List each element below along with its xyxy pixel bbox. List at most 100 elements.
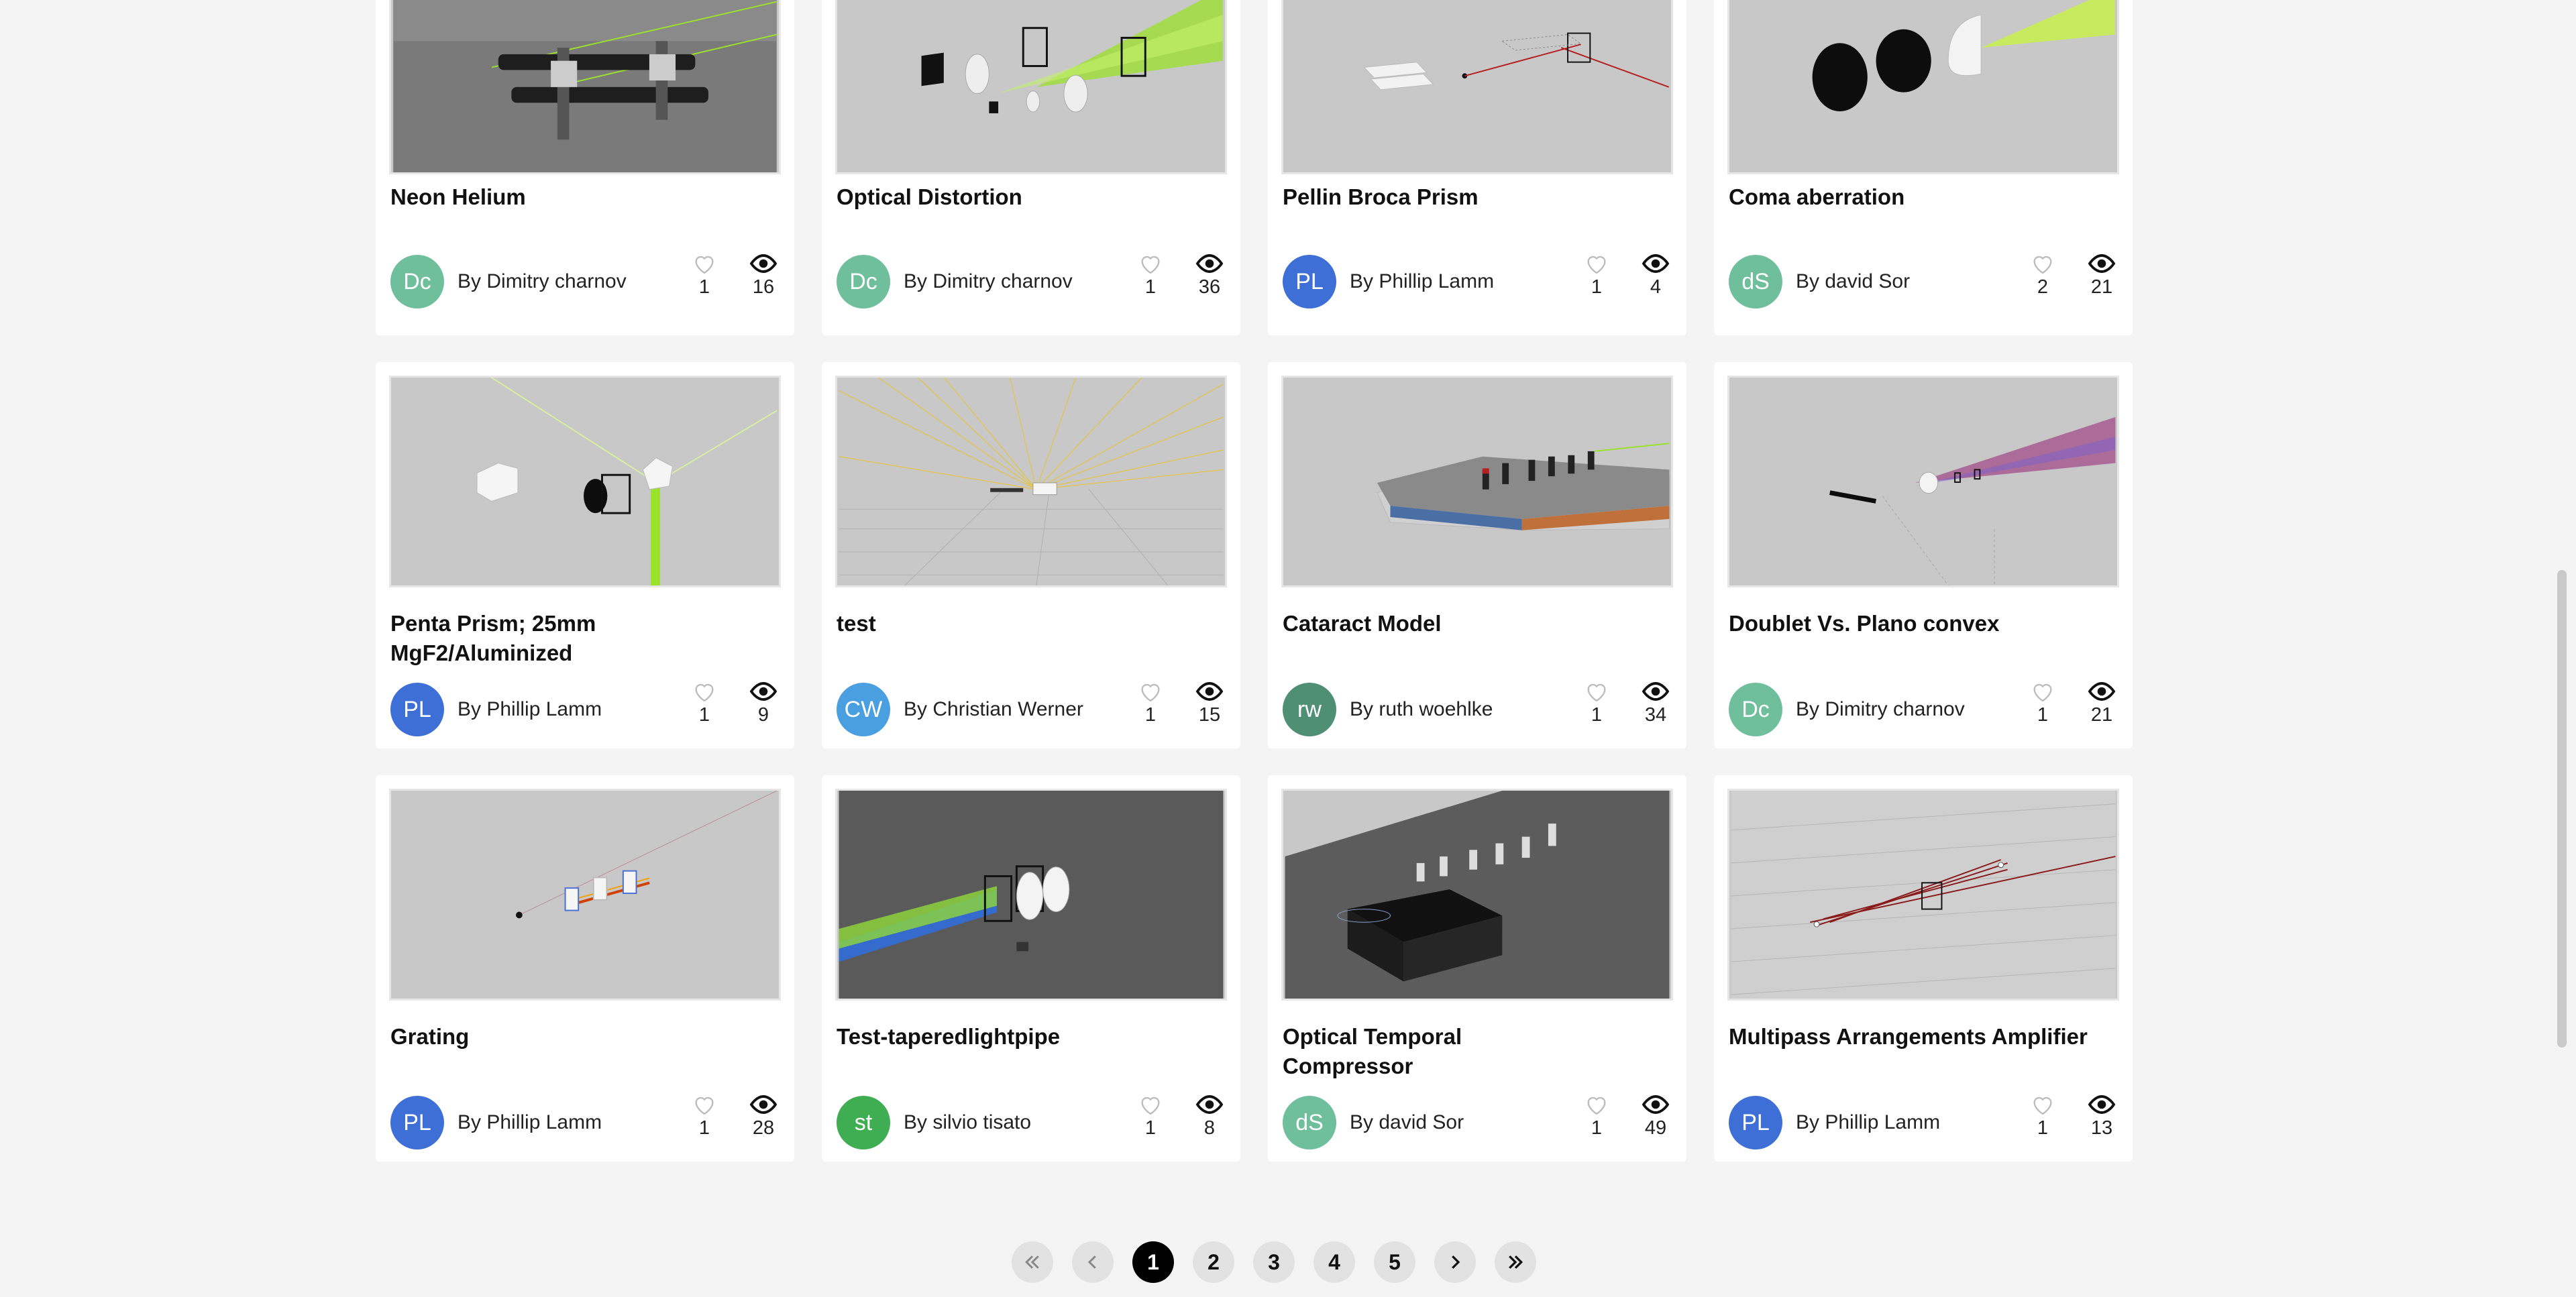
project-card[interactable]: Doublet Vs. Plano convex Dc By Dimitry c… [1714,362,2133,748]
like-stat[interactable]: 2 [2023,252,2063,298]
scrollbar-thumb[interactable] [2557,570,2567,1048]
scene-grating [392,791,777,999]
project-thumbnail[interactable] [1281,789,1673,1001]
scene-cataract-model [1285,378,1670,585]
project-card[interactable]: Penta Prism; 25mm MgF2/Aluminized PL By … [376,362,794,748]
avatar[interactable]: PL [390,1096,444,1149]
page-button-1[interactable]: 1 [1132,1241,1174,1283]
scene-test [839,378,1224,585]
avatar[interactable]: PL [1283,255,1336,308]
project-thumbnail[interactable] [835,0,1227,174]
page-button-4[interactable]: 4 [1313,1241,1355,1283]
project-card[interactable]: Grating PL By Phillip Lamm 1 28 [376,775,794,1162]
project-card[interactable]: Optical Distortion Dc By Dimitry charnov… [822,0,1240,335]
project-title[interactable]: test [837,609,1118,638]
eye-icon [1642,1095,1670,1114]
project-title[interactable]: Pellin Broca Prism [1283,182,1564,212]
project-thumbnail[interactable] [1281,0,1673,174]
project-card[interactable]: Neon Helium Dc By Dimitry charnov 1 16 [376,0,794,335]
author-byline[interactable]: By Phillip Lamm [458,1111,602,1134]
author-byline[interactable]: By Phillip Lamm [1796,1111,1940,1134]
project-title[interactable]: Cataract Model [1283,609,1564,638]
author-byline[interactable]: By ruth woehlke [1350,698,1493,721]
project-card[interactable]: Multipass Arrangements Amplifier PL By P… [1714,775,2133,1162]
author-byline[interactable]: By Dimitry charnov [458,270,627,293]
like-stat[interactable]: 1 [2023,680,2063,726]
like-stat[interactable]: 1 [684,1093,724,1139]
like-stat[interactable]: 1 [684,252,724,298]
like-stat[interactable]: 1 [1130,1093,1171,1139]
project-card[interactable]: Cataract Model rw By ruth woehlke 1 34 [1268,362,1686,748]
like-count: 1 [1591,276,1603,298]
author-name: Dimitry charnov [1825,698,1965,720]
project-card[interactable]: test CW By Christian Werner 1 15 [822,362,1240,748]
like-stat[interactable]: 1 [1576,252,1617,298]
project-thumbnail[interactable] [1281,376,1673,587]
avatar[interactable]: dS [1729,255,1782,308]
page-button-5[interactable]: 5 [1374,1241,1415,1283]
page-button-2[interactable]: 2 [1193,1241,1234,1283]
author-byline[interactable]: By silvio tisato [904,1111,1031,1134]
project-title[interactable]: Optical Distortion [837,182,1118,212]
like-stat[interactable]: 1 [1576,680,1617,726]
avatar[interactable]: rw [1283,683,1336,736]
project-card[interactable]: Test-taperedlightpipe st By silvio tisat… [822,775,1240,1162]
view-count: 36 [1198,276,1221,298]
author-byline[interactable]: By Christian Werner [904,698,1083,721]
avatar[interactable]: PL [1729,1096,1782,1149]
eye-icon [749,682,777,701]
first-page-button[interactable] [1012,1241,1053,1283]
page-button-3[interactable]: 3 [1253,1241,1295,1283]
project-title[interactable]: Penta Prism; 25mm MgF2/Aluminized [390,609,672,668]
avatar[interactable]: Dc [837,255,890,308]
project-thumbnail[interactable] [1727,789,2119,1001]
project-title[interactable]: Test-taperedlightpipe [837,1022,1118,1052]
project-thumbnail[interactable] [389,789,781,1001]
project-title[interactable]: Doublet Vs. Plano convex [1729,609,2010,638]
next-page-button[interactable] [1434,1241,1476,1283]
avatar[interactable]: PL [390,683,444,736]
author-byline[interactable]: By david Sor [1350,1111,1464,1134]
project-thumbnail[interactable] [389,0,781,174]
author-byline[interactable]: By Dimitry charnov [904,270,1073,293]
like-count: 1 [1591,704,1603,726]
heart-outline-icon [2033,683,2052,702]
avatar[interactable]: Dc [390,255,444,308]
view-count: 49 [1644,1117,1667,1139]
project-card[interactable]: Coma aberration dS By david Sor 2 21 [1714,0,2133,335]
project-title[interactable]: Coma aberration [1729,182,2010,212]
like-stat[interactable]: 1 [1576,1093,1617,1139]
project-thumbnail[interactable] [1727,0,2119,174]
project-title[interactable]: Optical Temporal Compressor [1283,1022,1564,1081]
project-card[interactable]: Pellin Broca Prism PL By Phillip Lamm 1 … [1268,0,1686,335]
author-byline[interactable]: By Phillip Lamm [458,698,602,721]
last-page-button[interactable] [1495,1241,1536,1283]
like-stat[interactable]: 1 [1130,680,1171,726]
eye-icon [1195,1095,1224,1114]
avatar[interactable]: CW [837,683,890,736]
avatar[interactable]: dS [1283,1096,1336,1149]
project-thumbnail[interactable] [835,789,1227,1001]
avatar[interactable]: Dc [1729,683,1782,736]
eye-icon [1642,254,1670,273]
like-stat[interactable]: 1 [1130,252,1171,298]
like-stat[interactable]: 1 [2023,1093,2063,1139]
project-thumbnail[interactable] [835,376,1227,587]
avatar[interactable]: st [837,1096,890,1149]
project-title[interactable]: Neon Helium [390,182,672,212]
project-thumbnail[interactable] [389,376,781,587]
eye-icon [749,1095,777,1114]
author-byline[interactable]: By Dimitry charnov [1796,698,1965,721]
project-card[interactable]: Optical Temporal Compressor dS By david … [1268,775,1686,1162]
prev-page-button[interactable] [1072,1241,1114,1283]
by-label: By [904,270,928,292]
project-thumbnail[interactable] [1727,376,2119,587]
author-byline[interactable]: By Phillip Lamm [1350,270,1494,293]
like-stat[interactable]: 1 [684,680,724,726]
view-count: 16 [752,276,775,298]
author-name: Phillip Lamm [1825,1111,1941,1133]
project-title[interactable]: Multipass Arrangements Amplifier [1729,1022,2131,1052]
author-name: Christian Werner [932,698,1083,720]
project-title[interactable]: Grating [390,1022,672,1052]
author-byline[interactable]: By david Sor [1796,270,1910,293]
